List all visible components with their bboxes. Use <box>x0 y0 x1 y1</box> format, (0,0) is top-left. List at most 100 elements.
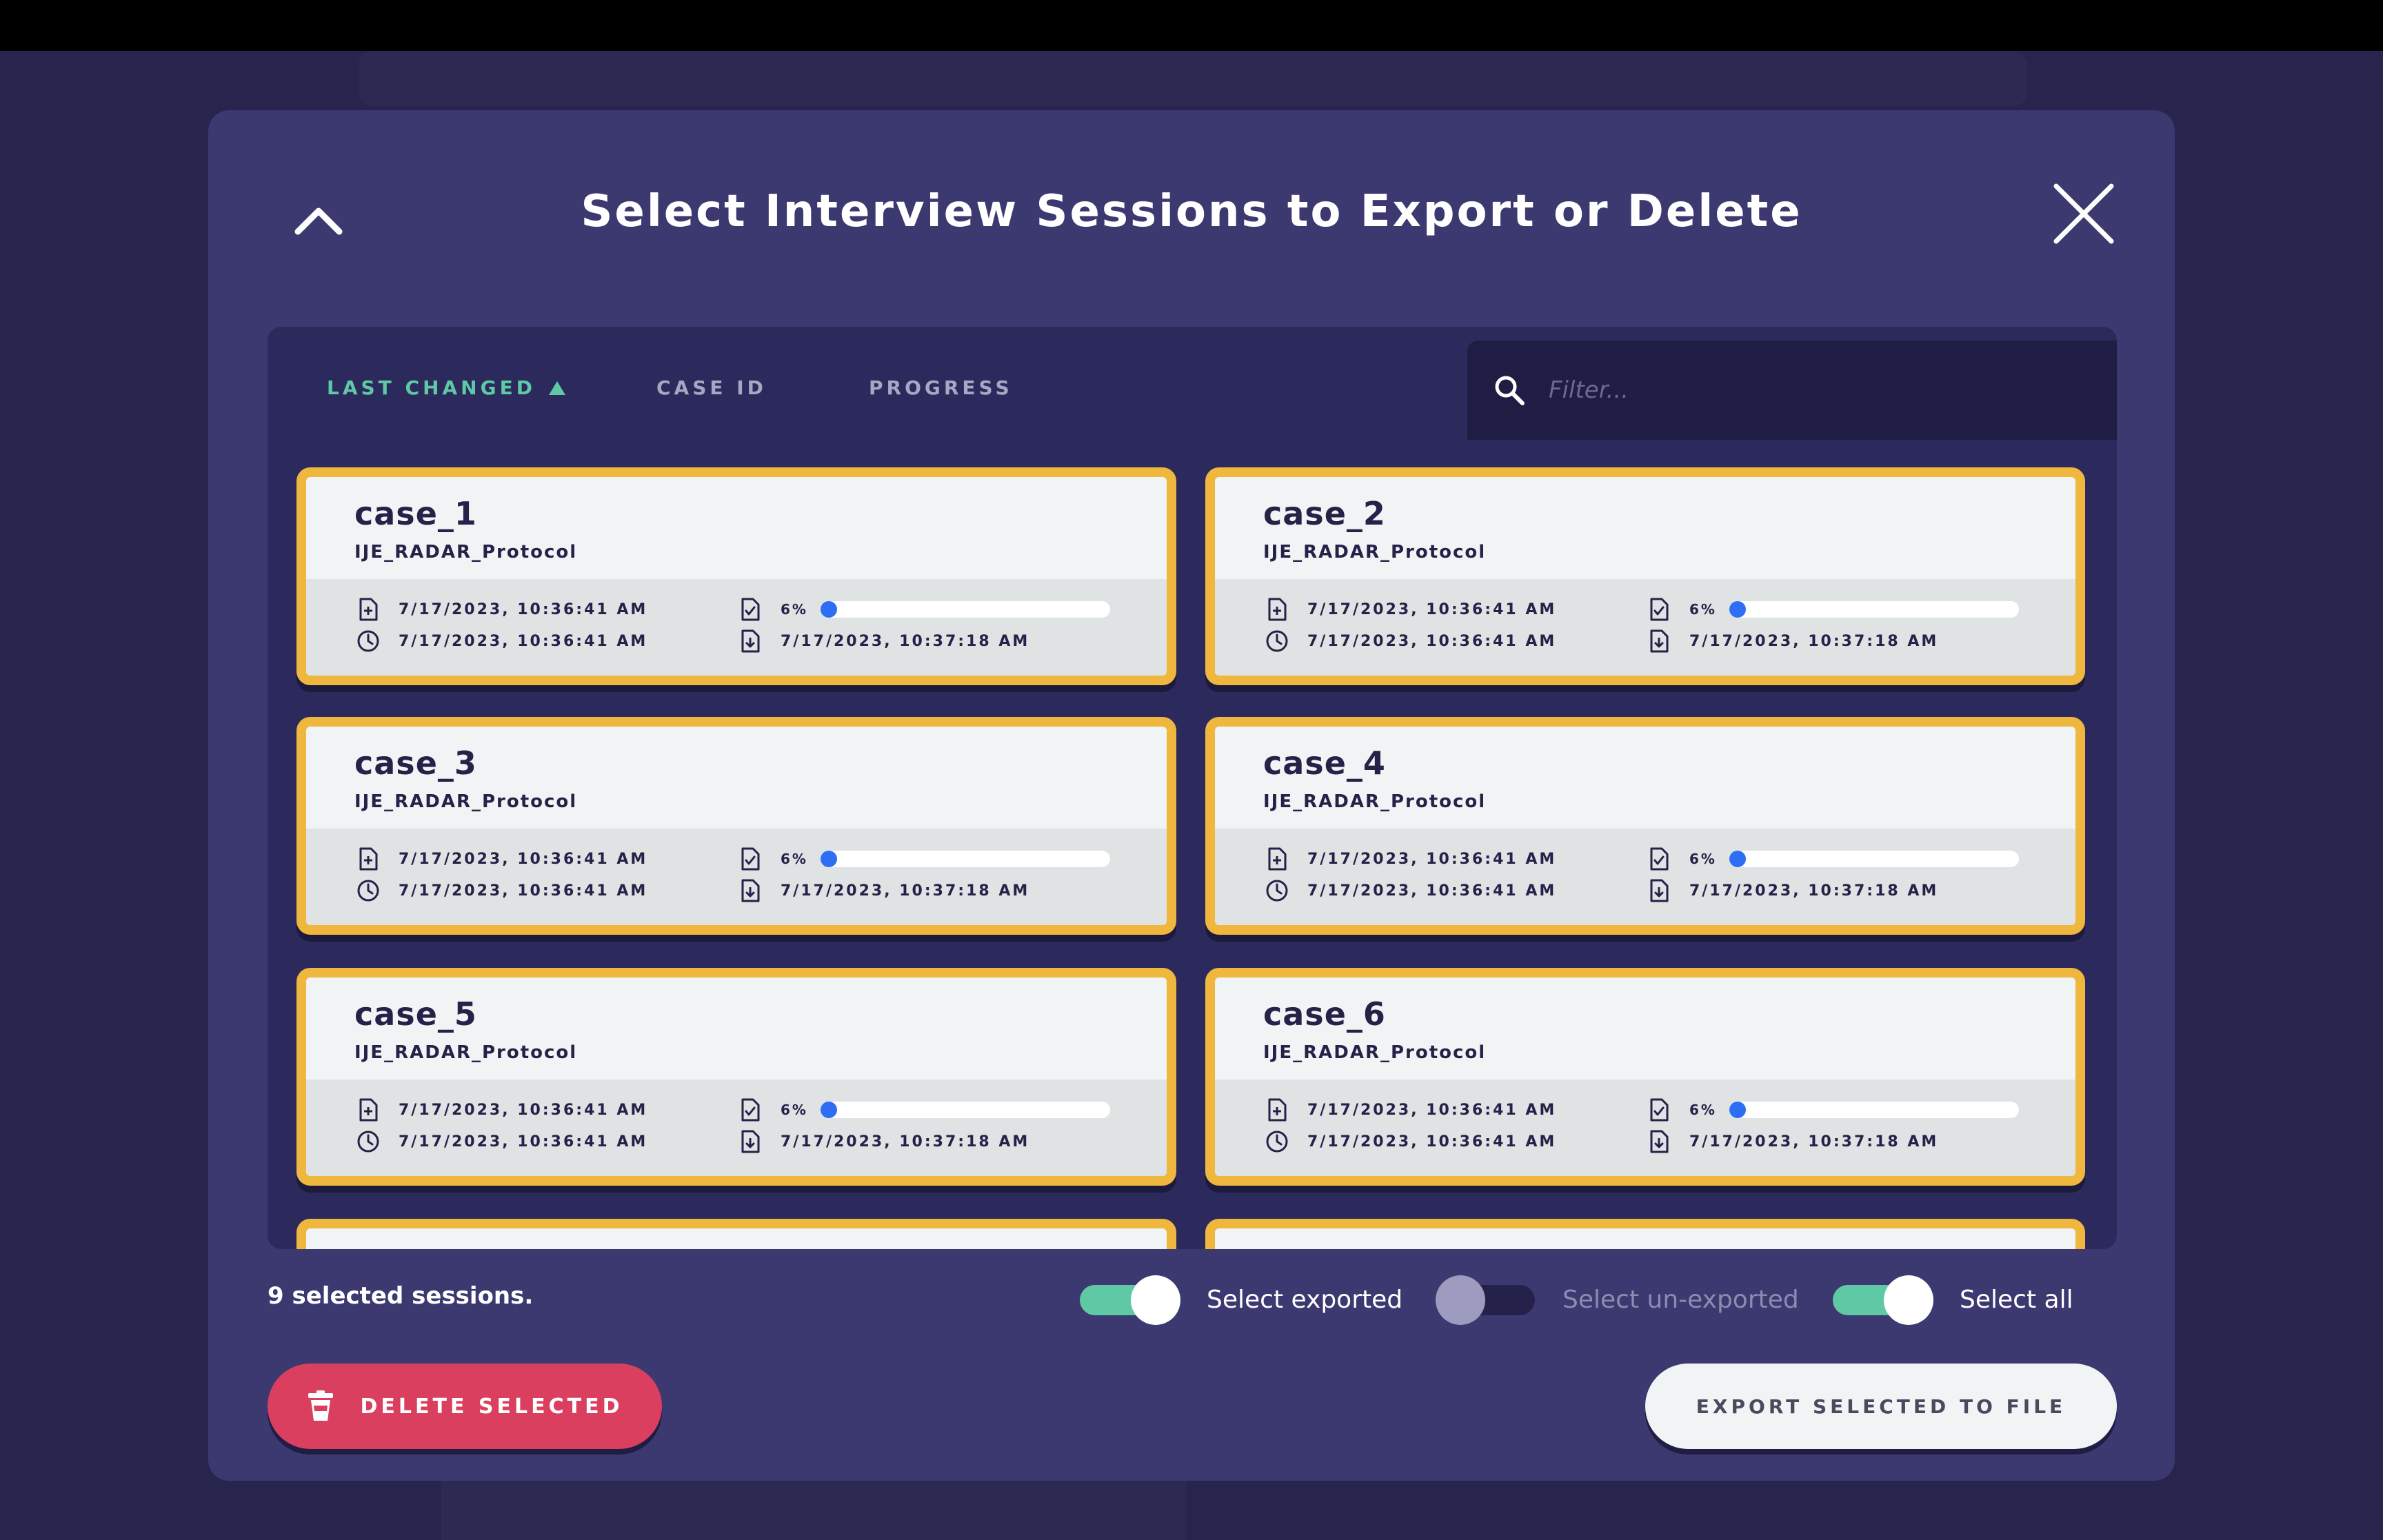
card-details: 7/17/2023, 10:36:41 AM 7/17/2023, 10:36:… <box>1215 1080 2075 1176</box>
modified-row: 7/17/2023, 10:36:41 AM <box>1265 1129 1556 1154</box>
toggle-select-exported[interactable]: Select exported <box>1080 1275 1402 1325</box>
modified-time: 7/17/2023, 10:36:41 AM <box>399 632 648 650</box>
exported-time: 7/17/2023, 10:37:18 AM <box>1689 1133 1939 1151</box>
file-plus-icon <box>1268 1098 1287 1122</box>
delete-selected-label: DELETE SELECTED <box>360 1394 623 1419</box>
file-check-icon <box>1650 847 1669 871</box>
created-row: 7/17/2023, 10:36:41 AM <box>356 847 647 871</box>
toggle-knob <box>1131 1275 1180 1325</box>
file-check-icon <box>741 598 760 621</box>
close-button[interactable] <box>2049 179 2118 248</box>
modified-row: 7/17/2023, 10:36:41 AM <box>1265 629 1556 654</box>
card-header: case_5 IJE_RADAR_Protocol <box>306 977 1167 1089</box>
sort-ascending-icon <box>548 381 565 395</box>
sort-tab-case-id[interactable]: CASE ID <box>656 376 767 399</box>
created-row: 7/17/2023, 10:36:41 AM <box>1265 1097 1556 1122</box>
progress-percent: 6% <box>1689 601 1717 618</box>
toggle-label: Select all <box>1960 1285 2073 1314</box>
progress-fill <box>820 601 837 618</box>
card-details: 7/17/2023, 10:36:41 AM 7/17/2023, 10:36:… <box>306 1080 1167 1176</box>
progress-fill <box>1729 1102 1746 1118</box>
session-card[interactable]: case_4 IJE_RADAR_Protocol 7/17/2023, 10:… <box>1205 717 2085 935</box>
background-header-ghost <box>359 51 2027 106</box>
file-download-icon <box>1650 879 1669 902</box>
created-time: 7/17/2023, 10:36:41 AM <box>399 850 648 868</box>
modal-title: Select Interview Sessions to Export or D… <box>581 186 1802 237</box>
progress-fill <box>1729 601 1746 618</box>
clock-icon <box>357 1131 379 1153</box>
exported-row: 7/17/2023, 10:37:18 AM <box>1647 878 1938 903</box>
protocol-name: IJE_RADAR_Protocol <box>354 542 578 563</box>
file-plus-icon <box>1268 598 1287 621</box>
session-card-partial[interactable] <box>1205 1219 2085 1249</box>
progress-row: 6% <box>738 1097 1110 1122</box>
card-header: case_1 IJE_RADAR_Protocol <box>306 477 1167 589</box>
case-id: case_4 <box>1263 744 1386 782</box>
search-icon <box>1495 376 1525 405</box>
close-icon <box>2053 183 2114 244</box>
card-header: case_3 IJE_RADAR_Protocol <box>306 727 1167 838</box>
toggle-select-unexported[interactable]: Select un-exported <box>1436 1275 1799 1325</box>
export-selected-label: EXPORT SELECTED TO FILE <box>1696 1395 2067 1418</box>
progress-bar <box>820 851 1110 867</box>
toggle-select-all[interactable]: Select all <box>1833 1275 2073 1325</box>
toggle-switch[interactable] <box>1833 1275 1933 1325</box>
exported-row: 7/17/2023, 10:37:18 AM <box>738 1129 1029 1154</box>
delete-selected-button[interactable]: DELETE SELECTED <box>268 1364 662 1449</box>
protocol-name: IJE_RADAR_Protocol <box>1263 791 1487 812</box>
progress-fill <box>820 1102 837 1118</box>
modified-time: 7/17/2023, 10:36:41 AM <box>1307 632 1557 650</box>
toggle-switch[interactable] <box>1436 1275 1535 1325</box>
filter-input[interactable] <box>1549 363 2117 418</box>
clock-icon <box>1266 630 1288 652</box>
progress-bar <box>1729 601 2019 618</box>
sort-tab-last-changed[interactable]: LAST CHANGED <box>327 376 566 399</box>
export-selected-button[interactable]: EXPORT SELECTED TO FILE <box>1645 1364 2117 1449</box>
session-card[interactable]: case_6 IJE_RADAR_Protocol 7/17/2023, 10:… <box>1205 968 2085 1186</box>
modified-row: 7/17/2023, 10:36:41 AM <box>356 878 647 903</box>
clock-icon <box>357 880 379 902</box>
sort-tab-progress[interactable]: PROGRESS <box>869 376 1013 399</box>
toggle-label: Select un-exported <box>1562 1285 1799 1314</box>
card-details: 7/17/2023, 10:36:41 AM 7/17/2023, 10:36:… <box>306 829 1167 925</box>
session-card[interactable]: case_2 IJE_RADAR_Protocol 7/17/2023, 10:… <box>1205 467 2085 685</box>
created-time: 7/17/2023, 10:36:41 AM <box>399 1101 648 1119</box>
file-download-icon <box>1650 1130 1669 1153</box>
session-card[interactable]: case_3 IJE_RADAR_Protocol 7/17/2023, 10:… <box>296 717 1176 935</box>
protocol-name: IJE_RADAR_Protocol <box>1263 542 1487 563</box>
modified-row: 7/17/2023, 10:36:41 AM <box>356 629 647 654</box>
session-cards-grid: case_1 IJE_RADAR_Protocol 7/17/2023, 10:… <box>296 467 2089 1249</box>
protocol-name: IJE_RADAR_Protocol <box>1263 1042 1487 1063</box>
card-details: 7/17/2023, 10:36:41 AM 7/17/2023, 10:36:… <box>1215 829 2075 925</box>
file-download-icon <box>741 1130 760 1153</box>
progress-bar <box>1729 851 2019 867</box>
progress-fill <box>820 851 837 867</box>
progress-percent: 6% <box>781 601 808 618</box>
case-id: case_6 <box>1263 995 1386 1033</box>
modified-time: 7/17/2023, 10:36:41 AM <box>1307 1133 1557 1151</box>
progress-percent: 6% <box>781 851 808 867</box>
case-id: case_5 <box>354 995 477 1033</box>
session-card[interactable]: case_5 IJE_RADAR_Protocol 7/17/2023, 10:… <box>296 968 1176 1186</box>
card-header: case_4 IJE_RADAR_Protocol <box>1215 727 2075 838</box>
progress-percent: 6% <box>1689 1102 1717 1118</box>
progress-row: 6% <box>738 597 1110 622</box>
progress-fill <box>1729 851 1746 867</box>
modified-row: 7/17/2023, 10:36:41 AM <box>356 1129 647 1154</box>
toggle-knob <box>1436 1275 1485 1325</box>
created-row: 7/17/2023, 10:36:41 AM <box>356 597 647 622</box>
selected-count-text: 9 selected sessions. <box>268 1282 534 1310</box>
case-id: case_2 <box>1263 495 1386 532</box>
file-plus-icon <box>359 847 378 871</box>
progress-bar <box>1729 1102 2019 1118</box>
created-time: 7/17/2023, 10:36:41 AM <box>399 600 648 618</box>
session-card-partial[interactable] <box>296 1219 1176 1249</box>
exported-row: 7/17/2023, 10:37:18 AM <box>738 629 1029 654</box>
session-card[interactable]: case_1 IJE_RADAR_Protocol 7/17/2023, 10:… <box>296 467 1176 685</box>
sort-tab-label: CASE ID <box>656 376 767 399</box>
file-plus-icon <box>359 1098 378 1122</box>
clock-icon <box>1266 1131 1288 1153</box>
file-check-icon <box>1650 1098 1669 1122</box>
toggle-switch[interactable] <box>1080 1275 1180 1325</box>
exported-time: 7/17/2023, 10:37:18 AM <box>781 1133 1030 1151</box>
